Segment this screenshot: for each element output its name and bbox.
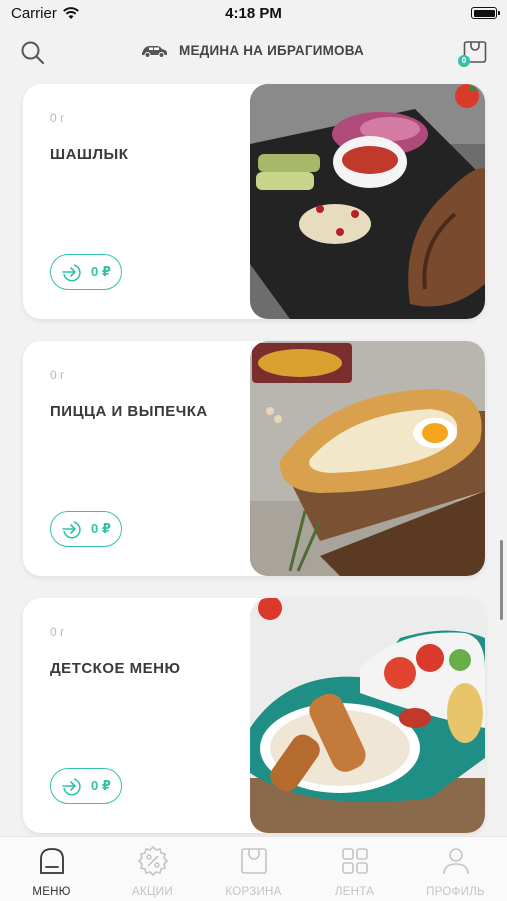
category-card-kids-menu[interactable]: 0 г ДЕТСКОЕ МЕНЮ 0 ₽ <box>23 598 485 833</box>
header-cart-button[interactable]: 0 <box>458 38 489 67</box>
delivery-location[interactable]: МЕДИНА НА ИБРАГИМОВА <box>140 43 364 58</box>
category-weight: 0 г <box>50 368 65 382</box>
profile-icon <box>443 848 469 875</box>
arrow-enter-icon <box>62 778 81 796</box>
category-title: ДЕТСКОЕ МЕНЮ <box>50 660 181 677</box>
price-label: 0 ₽ <box>91 264 111 279</box>
category-card-shashlik[interactable]: 0 г ШАШЛЫК 0 ₽ <box>23 84 485 319</box>
category-card-pizza[interactable]: 0 г ПИЦЦА И ВЫПЕЧКА 0 ₽ <box>23 341 485 576</box>
tab-label: АКЦИИ <box>132 886 173 898</box>
arrow-enter-icon <box>62 264 81 282</box>
menu-icon <box>40 848 64 874</box>
kids-meal-image <box>250 598 485 833</box>
tab-profile[interactable]: ПРОФИЛЬ <box>405 837 506 901</box>
tab-feed[interactable]: ЛЕНТА <box>304 837 405 901</box>
tab-label: ЛЕНТА <box>334 886 375 898</box>
price-label: 0 ₽ <box>91 521 111 536</box>
car-icon <box>142 45 167 58</box>
cart-count-badge: 0 <box>458 55 470 67</box>
grilled-meat-image <box>250 84 485 319</box>
tab-label: МЕНЮ <box>32 886 71 898</box>
category-title: ПИЦЦА И ВЫПЕЧКА <box>50 403 208 420</box>
restaurant-name: МЕДИНА НА ИБРАГИМОВА <box>179 43 364 58</box>
feed-grid-icon <box>342 848 368 874</box>
discount-icon <box>137 845 169 877</box>
clock: 4:18 PM <box>225 5 282 22</box>
tab-label: ПРОФИЛЬ <box>426 886 485 898</box>
add-to-cart-button[interactable]: 0 ₽ <box>50 768 122 804</box>
tab-label: КОРЗИНА <box>225 886 282 898</box>
tab-cart[interactable]: КОРЗИНА <box>203 837 304 901</box>
khachapuri-image <box>250 341 485 576</box>
tab-promotions[interactable]: АКЦИИ <box>102 837 203 901</box>
battery-icon <box>471 7 500 19</box>
arrow-enter-icon <box>62 521 81 539</box>
category-weight: 0 г <box>50 625 65 639</box>
scroll-indicator[interactable] <box>500 540 503 620</box>
add-to-cart-button[interactable]: 0 ₽ <box>50 511 122 547</box>
price-label: 0 ₽ <box>91 778 111 793</box>
cart-icon <box>241 848 267 874</box>
category-weight: 0 г <box>50 111 65 125</box>
status-bar: Carrier 4:18 PM <box>0 0 507 30</box>
add-to-cart-button[interactable]: 0 ₽ <box>50 254 122 290</box>
header: МЕДИНА НА ИБРАГИМОВА 0 <box>0 30 507 74</box>
tab-menu[interactable]: МЕНЮ <box>1 837 102 901</box>
category-title: ШАШЛЫК <box>50 146 129 163</box>
search-icon[interactable] <box>18 38 48 68</box>
tab-bar: МЕНЮ АКЦИИ КОРЗИНА ЛЕНТА ПРОФИЛЬ <box>0 836 507 901</box>
